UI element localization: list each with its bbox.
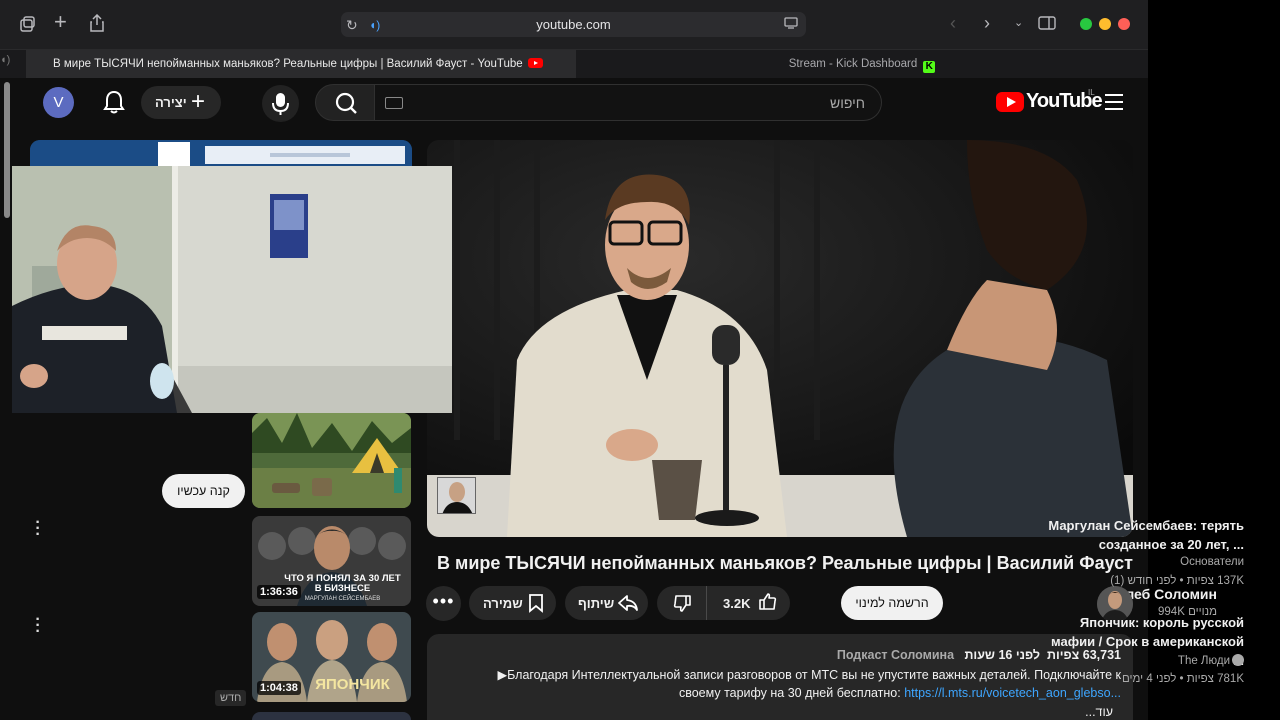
recommendation-title[interactable]: Маргулан Сейсембаев: терять созданное за… [1044, 516, 1244, 554]
next-thumbnail[interactable] [252, 712, 411, 720]
create-label: יצירה [155, 95, 187, 110]
logo-region: IL [1088, 88, 1095, 97]
sidebar-icon[interactable] [1038, 16, 1056, 35]
sidebar-toggle-icon[interactable] [18, 15, 36, 38]
upload-age: לפני 16 שעות [964, 648, 1041, 662]
save-button[interactable]: שמירה [469, 586, 556, 620]
recommendation-meta: 137K צפיות • לפני חודש (1) [1110, 575, 1244, 587]
more-options-icon[interactable]: · · · [34, 612, 42, 640]
tab-label: В мире ТЫСЯЧИ непойманных маньяков? Реал… [53, 58, 523, 70]
zoom-window-button[interactable] [1080, 18, 1092, 30]
close-window-button[interactable] [1118, 18, 1130, 30]
thumbnail-caption: ЯПОНЧИК [315, 676, 390, 693]
subscribe-button[interactable]: הרשמה למינוי [841, 586, 943, 620]
buy-now-button[interactable]: קנה עכשיו [162, 474, 245, 508]
like-dislike-group: 3.2K [657, 586, 790, 620]
verified-icon [1232, 654, 1244, 666]
description-box[interactable]: 63,731 צפיות לפני 16 שעות Подкаст Соломи… [427, 634, 1133, 720]
keyboard-icon[interactable] [385, 97, 403, 109]
dislike-button[interactable] [657, 586, 707, 620]
search-input[interactable]: חיפוש [375, 84, 882, 121]
url-text: youtube.com [536, 17, 611, 32]
voice-search-button[interactable] [262, 85, 299, 122]
share-label: שיתוף [578, 596, 615, 611]
recommendation-channel[interactable]: The Люди [1178, 654, 1244, 667]
save-label: שמירה [483, 596, 523, 611]
tab-kick[interactable]: Stream - Kick Dashboard K [576, 50, 1148, 78]
description-text: своему тарифу на 30 дней бесплатно: [678, 686, 905, 700]
description-line-2: своему тарифу на 30 дней бесплатно: http… [679, 686, 1121, 700]
tab-label: Stream - Kick Dashboard [788, 58, 918, 70]
new-badge: חדש [215, 690, 247, 706]
video-duration: 1:36:36 [257, 585, 301, 599]
recommendation-meta: 781K צפיות • לפני 4 ימים [1121, 673, 1244, 685]
reader-icon[interactable] [784, 16, 798, 35]
address-bar[interactable]: ↻ ◖) youtube.com [341, 12, 806, 37]
search-button[interactable] [315, 84, 375, 121]
youtube-play-icon [996, 92, 1024, 112]
share-arrow-icon [618, 595, 638, 611]
channel-watermark[interactable] [437, 477, 476, 514]
tab-bar: ◖) В мире ТЫСЯЧИ непойманных маньяков? Р… [0, 49, 1148, 78]
tab-youtube[interactable]: В мире ТЫСЯЧИ непойманных маньяков? Реал… [26, 50, 576, 78]
video-title: В мире ТЫСЯЧИ непойманных маньяков? Реал… [437, 553, 1133, 573]
more-actions-button[interactable]: ••• [426, 586, 461, 621]
forward-icon[interactable]: › [984, 14, 990, 32]
like-button[interactable]: 3.2K [708, 586, 790, 620]
video-frame [427, 140, 1133, 537]
video-thumbnail[interactable]: ЯПОНЧИК 1:04:38 [252, 612, 411, 702]
video-thumbnail[interactable] [252, 413, 411, 508]
account-avatar[interactable]: V [43, 87, 74, 118]
recommendation-channel[interactable]: Основатели [1180, 556, 1244, 568]
video-thumbnail[interactable]: ЧТО Я ПОНЯЛ ЗА 30 ЛЕТ В БИЗНЕСЕ МАРГУЛАН… [252, 516, 411, 606]
chevron-down-icon[interactable]: ⌄ [1014, 14, 1023, 32]
new-tab-icon[interactable]: + [54, 11, 67, 33]
create-button[interactable]: יצירה + [141, 86, 221, 119]
thumbs-up-icon [759, 593, 777, 610]
webcam-overlay [12, 166, 452, 413]
channel-name-text: Глеб Соломин [1118, 586, 1217, 602]
video-player[interactable] [427, 140, 1133, 537]
video-duration: 1:04:38 [257, 681, 301, 695]
show-more-link[interactable]: ...עוד [1085, 705, 1113, 719]
bookmark-icon [529, 594, 543, 613]
thumbs-down-icon [673, 595, 691, 612]
description-link[interactable]: https://l.mts.ru/voicetech_aon_glebso... [904, 686, 1121, 700]
description-line-1: ▶Благодаря Интеллектуальной записи разго… [497, 668, 1121, 682]
like-count: 3.2K [723, 596, 751, 611]
back-icon[interactable]: ‹ [950, 14, 956, 32]
podcast-tag[interactable]: Подкаст Соломина [837, 648, 954, 662]
share-button[interactable]: שיתוף [565, 586, 648, 620]
audio-tab-icon[interactable]: ◖) [0, 54, 10, 66]
youtube-favicon-icon [527, 58, 543, 68]
share-icon[interactable] [89, 13, 105, 37]
minimize-window-button[interactable] [1099, 18, 1111, 30]
channel-text: The Люди [1177, 655, 1230, 667]
plus-icon: + [191, 88, 206, 115]
hamburger-menu-icon[interactable] [1105, 94, 1123, 110]
more-options-icon[interactable]: · · · [34, 515, 42, 543]
microphone-icon [272, 93, 289, 115]
bell-icon[interactable] [103, 90, 125, 119]
kick-favicon-icon: K [923, 61, 936, 73]
page-scrollbar[interactable] [4, 82, 10, 218]
search-placeholder: חיפוש [830, 95, 865, 111]
search-icon [335, 92, 357, 114]
